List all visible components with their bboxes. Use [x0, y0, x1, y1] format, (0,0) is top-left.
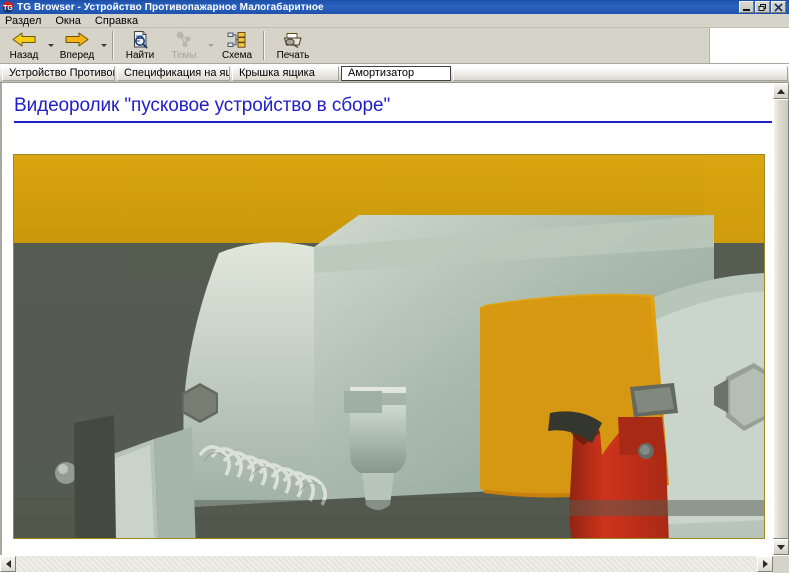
vertical-scroll-track[interactable]: [773, 99, 789, 539]
toolbar-separator: [263, 31, 265, 60]
arrow-left-icon: [11, 30, 37, 49]
scheme-button-label: Схема: [221, 50, 253, 61]
topics-button-label: Темы: [171, 50, 197, 61]
chevron-down-icon: [207, 44, 214, 47]
menu-item-razdel[interactable]: Раздел: [5, 15, 49, 27]
chevron-down-icon: [47, 44, 54, 47]
toolbar-group-navigation: Назад Вперед: [2, 28, 108, 63]
application-window: TG TG Browser - Устройство Противопажарн…: [0, 0, 789, 573]
print-button[interactable]: Печать: [269, 29, 317, 63]
scroll-right-icon: [762, 560, 768, 568]
print-button-label: Печать: [276, 50, 310, 61]
toolbar-empty-area: [710, 28, 789, 63]
arrow-right-icon: [64, 30, 90, 49]
toolbar-group-print: Печать: [269, 28, 317, 63]
close-button[interactable]: [771, 1, 786, 13]
scheme-button[interactable]: Схема: [215, 29, 259, 63]
minimize-button[interactable]: [739, 1, 754, 13]
tab-kryshka-yashchika[interactable]: Крышка ящика: [232, 65, 339, 81]
svg-text:TG: TG: [3, 5, 13, 12]
scrollbar-corner: [773, 556, 789, 573]
horizontal-scrollbar[interactable]: [0, 555, 789, 573]
scroll-right-button[interactable]: [757, 556, 773, 572]
find-button[interactable]: Найти: [118, 29, 162, 63]
scroll-up-button[interactable]: [773, 83, 789, 99]
scroll-left-icon: [5, 560, 11, 568]
vertical-scrollbar[interactable]: [772, 83, 789, 555]
title-bar: TG TG Browser - Устройство Противопажарн…: [0, 0, 789, 14]
toolbar: Назад Вперед Найти Темы Схема Печать: [0, 28, 710, 63]
scheme-tree-icon: [227, 30, 247, 49]
printer-icon: [282, 30, 304, 49]
scene-graphic: [14, 155, 764, 538]
find-page-icon: [131, 30, 150, 49]
chevron-down-icon: [100, 44, 107, 47]
document-inner: Видеоролик "пусковое устройство в сборе": [2, 83, 772, 539]
document-view: Видеоролик "пусковое устройство в сборе": [0, 83, 772, 555]
toolbar-group-tools: Найти Темы Схема: [118, 28, 259, 63]
topics-dropdown-arrow[interactable]: [206, 29, 215, 63]
menu-bar: Раздел Окна Справка: [0, 14, 789, 28]
tab-ustroystvo-protivopa[interactable]: Устройство Противопа:: [2, 65, 115, 81]
tg-browser-logo-icon: TG: [2, 1, 14, 13]
content-row: Видеоролик "пусковое устройство в сборе": [0, 83, 789, 555]
find-button-label: Найти: [125, 50, 155, 61]
tab-bar-filler: [453, 65, 788, 81]
tab-label: Спецификация на ящик: [124, 67, 229, 79]
rendered-scene: [14, 155, 764, 538]
scroll-down-button[interactable]: [773, 539, 789, 555]
video-frame-launch-device-assembly[interactable]: [13, 154, 765, 539]
tab-specifikaciya-na-yashchik[interactable]: Спецификация на ящик: [117, 65, 230, 81]
back-dropdown-arrow[interactable]: [46, 29, 55, 63]
forward-button-label: Вперед: [59, 50, 95, 61]
window-controls: [739, 1, 788, 13]
topics-graph-icon: [174, 30, 194, 49]
back-button-label: Назад: [9, 50, 39, 61]
scroll-up-icon: [777, 88, 785, 94]
tab-label: Амортизатор: [348, 67, 415, 79]
page-title: Видеоролик "пусковое устройство в сборе": [14, 95, 391, 116]
scroll-down-icon: [777, 544, 785, 550]
horizontal-scroll-track[interactable]: [16, 556, 757, 572]
tab-amortizator[interactable]: Амортизатор: [341, 65, 451, 81]
scroll-left-button[interactable]: [0, 556, 16, 572]
menu-item-okna[interactable]: Окна: [55, 15, 89, 27]
tab-bar: Устройство Противопа: Спецификация на ящ…: [0, 64, 789, 83]
vertical-scroll-thumb[interactable]: [773, 99, 789, 539]
tab-label: Крышка ящика: [239, 67, 315, 79]
page-title-rule: [14, 121, 772, 123]
back-button[interactable]: Назад: [2, 29, 46, 63]
window-title: TG Browser - Устройство Противопажарное …: [17, 1, 324, 13]
tab-label: Устройство Противопа:: [9, 67, 114, 79]
toolbar-row: Назад Вперед Найти Темы Схема Печать: [0, 28, 789, 64]
forward-button[interactable]: Вперед: [55, 29, 99, 63]
restore-button[interactable]: [755, 1, 770, 13]
forward-dropdown-arrow[interactable]: [99, 29, 108, 63]
menu-item-spravka[interactable]: Справка: [95, 15, 146, 27]
topics-button[interactable]: Темы: [162, 29, 206, 63]
toolbar-separator: [112, 31, 114, 60]
